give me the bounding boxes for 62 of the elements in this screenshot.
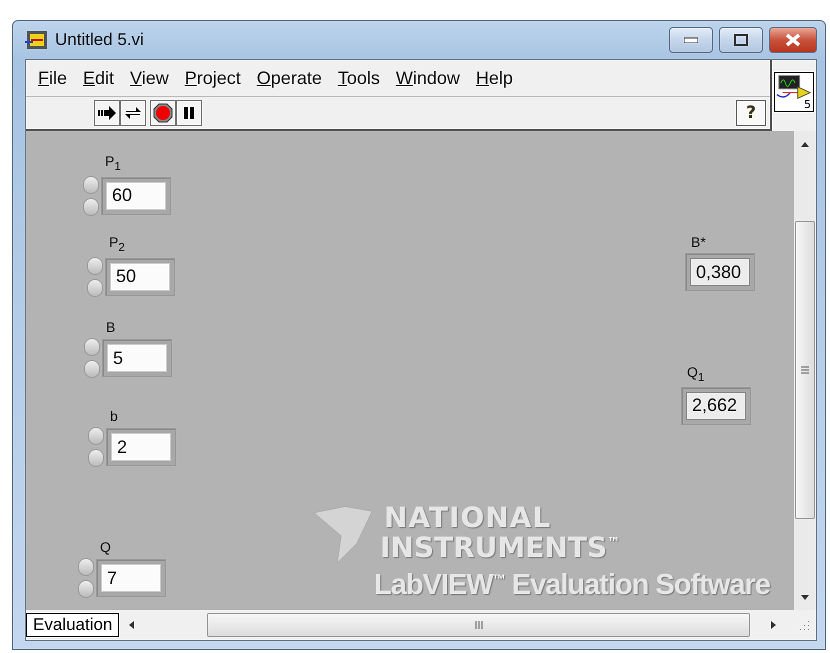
control-label: Q xyxy=(100,539,112,555)
resize-grip-icon xyxy=(798,619,810,631)
numeric-indicator: 0,380 xyxy=(685,253,755,291)
loop-arrows-icon xyxy=(124,105,142,121)
minimize-icon xyxy=(684,37,698,43)
menu-item[interactable]: Tools xyxy=(330,68,388,88)
increment-button[interactable] xyxy=(88,427,104,445)
right-arrow-icon[interactable] xyxy=(770,620,778,630)
decrement-button[interactable] xyxy=(84,360,100,378)
scroll-thumb[interactable] xyxy=(207,613,750,637)
control-label: P$_{1}$ xyxy=(105,153,122,173)
close-icon xyxy=(785,33,801,47)
control-label: B xyxy=(106,319,116,335)
pause-button[interactable] xyxy=(176,100,202,126)
watermark-text: LabVIEW$^{™}$ Evaluation Software xyxy=(374,569,770,602)
increment-button[interactable] xyxy=(84,338,100,356)
control-label: P$_{2}$ xyxy=(109,234,126,254)
close-button[interactable] xyxy=(769,27,817,53)
control-label: B* xyxy=(691,234,707,250)
abort-button[interactable] xyxy=(150,100,176,126)
increment-button[interactable] xyxy=(78,558,94,576)
grip-icon xyxy=(474,620,483,630)
scroll-thumb[interactable] xyxy=(795,221,815,519)
numeric-control[interactable]: 50 xyxy=(105,258,175,296)
numeric-indicator: 2,662 xyxy=(681,386,751,425)
menu-item[interactable]: File xyxy=(30,68,76,88)
watermark-text: INSTRUMENTS$^{™}$ xyxy=(380,531,620,564)
window-title: Untitled 5.vi xyxy=(55,30,145,50)
numeric-control[interactable]: 7 xyxy=(96,559,166,597)
increment-button[interactable] xyxy=(83,176,99,194)
menu-item[interactable]: Help xyxy=(468,68,521,88)
run-continuously-button[interactable] xyxy=(120,100,146,126)
menu-item[interactable]: Window xyxy=(388,68,468,88)
increment-button[interactable] xyxy=(87,256,103,275)
maximize-button[interactable] xyxy=(719,27,763,53)
left-arrow-icon[interactable] xyxy=(127,620,136,630)
status-label: Evaluation xyxy=(26,613,120,637)
watermark-text: NATIONAL xyxy=(384,501,552,534)
control-label: Q$_{1}$ xyxy=(687,364,706,384)
menu-item[interactable]: Edit xyxy=(75,68,122,88)
decrement-button[interactable] xyxy=(88,449,104,467)
numeric-control[interactable]: 2 xyxy=(106,428,176,466)
grip-icon xyxy=(800,366,810,374)
decrement-button[interactable] xyxy=(83,198,99,216)
vi-number: 5 xyxy=(804,98,811,111)
run-button[interactable] xyxy=(94,100,120,126)
numeric-control[interactable]: 60 xyxy=(101,176,171,215)
control-label: b xyxy=(110,408,119,424)
help-button[interactable]: ? xyxy=(736,100,766,126)
vi-icon xyxy=(25,30,49,50)
decrement-button[interactable] xyxy=(87,278,103,297)
pause-icon xyxy=(183,106,195,120)
numeric-control[interactable]: 5 xyxy=(102,339,172,377)
stop-icon xyxy=(153,103,173,123)
arrow-icon xyxy=(98,106,116,120)
menu-item[interactable]: View xyxy=(122,68,177,88)
decrement-button[interactable] xyxy=(78,580,94,598)
oscilloscope-drawing xyxy=(775,73,811,99)
menu-item[interactable]: Project xyxy=(176,68,249,88)
menu-item[interactable]: Operate xyxy=(248,68,330,88)
maximize-icon xyxy=(734,34,748,46)
minimize-button[interactable] xyxy=(669,27,713,53)
